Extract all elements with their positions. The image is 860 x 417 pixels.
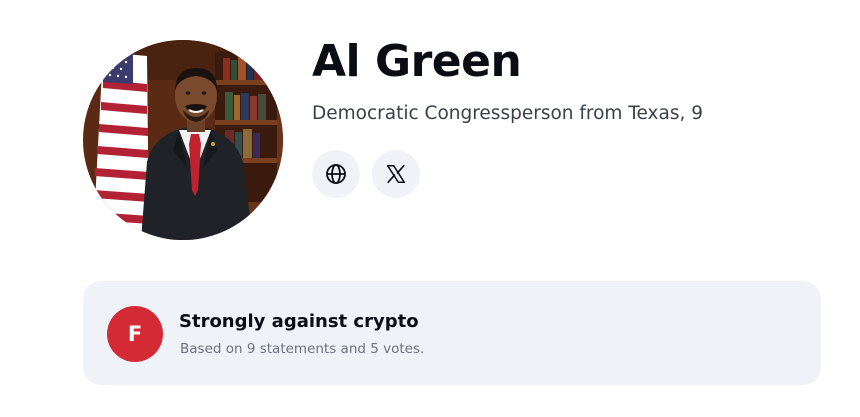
profile-subtitle: Democratic Congressperson from Texas, 9: [312, 103, 703, 124]
globe-icon: [326, 164, 346, 184]
profile-photo: [83, 40, 283, 240]
stance-grade-badge: F: [107, 306, 163, 362]
profile-name: Al Green: [312, 36, 522, 87]
x-profile-link-button[interactable]: [372, 150, 420, 198]
portrait-image: [83, 40, 283, 240]
stance-description: Based on 9 statements and 5 votes.: [180, 341, 425, 357]
crypto-stance-card: F Strongly against crypto Based on 9 sta…: [83, 281, 821, 385]
x-logo-icon: [386, 164, 406, 184]
website-link-button[interactable]: [312, 150, 360, 198]
stance-title: Strongly against crypto: [179, 311, 419, 332]
